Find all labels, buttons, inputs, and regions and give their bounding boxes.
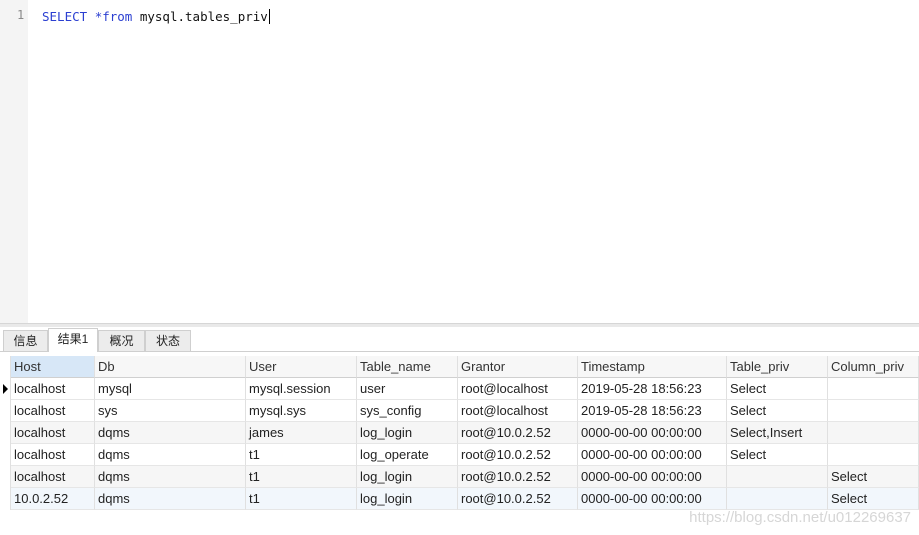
column-header-db[interactable]: Db [95,356,246,378]
watermark: https://blog.csdn.net/u012269637 [689,509,911,526]
cell-user[interactable]: t1 [246,444,357,466]
column-header-timestamp[interactable]: Timestamp [578,356,727,378]
cell-table-priv[interactable] [727,466,828,488]
table-row[interactable]: localhost mysql mysql.session user root@… [0,378,919,400]
column-header-table-name[interactable]: Table_name [357,356,458,378]
keyword-select: SELECT [42,9,88,24]
cell-user[interactable]: james [246,422,357,444]
current-row-arrow-icon [3,384,8,394]
cell-grantor[interactable]: root@10.0.2.52 [458,488,578,510]
cell-host[interactable]: localhost [11,400,95,422]
cell-timestamp[interactable]: 0000-00-00 00:00:00 [578,488,727,510]
keyword-from: from [102,9,133,24]
table-row[interactable]: localhost dqms t1 log_operate root@10.0.… [0,444,919,466]
row-indicator [0,400,11,422]
column-header-column-priv[interactable]: Column_priv [828,356,919,378]
row-indicator [0,488,11,510]
row-indicator-header [0,356,11,378]
row-indicator [0,378,11,400]
cell-host[interactable]: localhost [11,378,95,400]
cell-column-priv[interactable]: Select [828,466,919,488]
result-tab-bar: 信息 结果1 概况 状态 [0,327,919,352]
tab-status[interactable]: 状态 [145,330,191,351]
cell-table-name[interactable]: log_login [357,488,458,510]
text-caret [268,9,270,24]
cell-host[interactable]: localhost [11,422,95,444]
cell-db[interactable]: dqms [95,466,246,488]
tab-result1[interactable]: 结果1 [48,328,98,352]
table-row[interactable]: localhost dqms t1 log_login root@10.0.2.… [0,466,919,488]
cell-db[interactable]: dqms [95,444,246,466]
row-indicator [0,422,11,444]
cell-column-priv[interactable] [828,444,919,466]
table-row[interactable]: localhost sys mysql.sys sys_config root@… [0,400,919,422]
cell-table-priv[interactable]: Select [727,378,828,400]
cell-grantor[interactable]: root@localhost [458,378,578,400]
cell-grantor[interactable]: root@10.0.2.52 [458,422,578,444]
cell-table-name[interactable]: log_login [357,422,458,444]
cell-user[interactable]: t1 [246,466,357,488]
cell-column-priv[interactable] [828,378,919,400]
cell-user[interactable]: mysql.session [246,378,357,400]
cell-column-priv[interactable] [828,400,919,422]
column-header-grantor[interactable]: Grantor [458,356,578,378]
cell-user[interactable]: mysql.sys [246,400,357,422]
code-line[interactable]: SELECT *from mysql.tables_priv [42,8,270,25]
cell-column-priv[interactable]: Select [828,488,919,510]
tab-info[interactable]: 信息 [3,330,48,351]
line-number: 1 [17,8,25,22]
grid-header-row: Host Db User Table_name Grantor Timestam… [0,356,919,378]
row-indicator [0,444,11,466]
cell-table-priv[interactable] [727,488,828,510]
cell-grantor[interactable]: root@10.0.2.52 [458,444,578,466]
cell-db[interactable]: dqms [95,422,246,444]
cell-grantor[interactable]: root@10.0.2.52 [458,466,578,488]
cell-table-name[interactable]: user [357,378,458,400]
cell-host[interactable]: localhost [11,466,95,488]
cell-column-priv[interactable] [828,422,919,444]
cell-db[interactable]: dqms [95,488,246,510]
tab-overview[interactable]: 概况 [98,330,145,351]
cell-table-name[interactable]: log_operate [357,444,458,466]
cell-table-priv[interactable]: Select [727,444,828,466]
column-header-user[interactable]: User [246,356,357,378]
cell-table-priv[interactable]: Select [727,400,828,422]
table-row[interactable]: localhost dqms james log_login root@10.0… [0,422,919,444]
cell-timestamp[interactable]: 2019-05-28 18:56:23 [578,378,727,400]
line-number-gutter: 1 [0,0,28,323]
table-identifier: mysql.tables_priv [139,9,268,24]
cell-timestamp[interactable]: 2019-05-28 18:56:23 [578,400,727,422]
row-indicator [0,466,11,488]
cell-db[interactable]: sys [95,400,246,422]
cell-user[interactable]: t1 [246,488,357,510]
cell-db[interactable]: mysql [95,378,246,400]
cell-timestamp[interactable]: 0000-00-00 00:00:00 [578,466,727,488]
column-header-table-priv[interactable]: Table_priv [727,356,828,378]
table-row[interactable]: 10.0.2.52 dqms t1 log_login root@10.0.2.… [0,488,919,510]
cell-timestamp[interactable]: 0000-00-00 00:00:00 [578,444,727,466]
cell-timestamp[interactable]: 0000-00-00 00:00:00 [578,422,727,444]
cell-table-name[interactable]: sys_config [357,400,458,422]
sql-editor[interactable]: 1 SELECT *from mysql.tables_priv [0,0,919,323]
cell-grantor[interactable]: root@localhost [458,400,578,422]
cell-table-priv[interactable]: Select,Insert [727,422,828,444]
cell-table-name[interactable]: log_login [357,466,458,488]
cell-host[interactable]: localhost [11,444,95,466]
column-header-host[interactable]: Host [11,356,95,378]
cell-host[interactable]: 10.0.2.52 [11,488,95,510]
